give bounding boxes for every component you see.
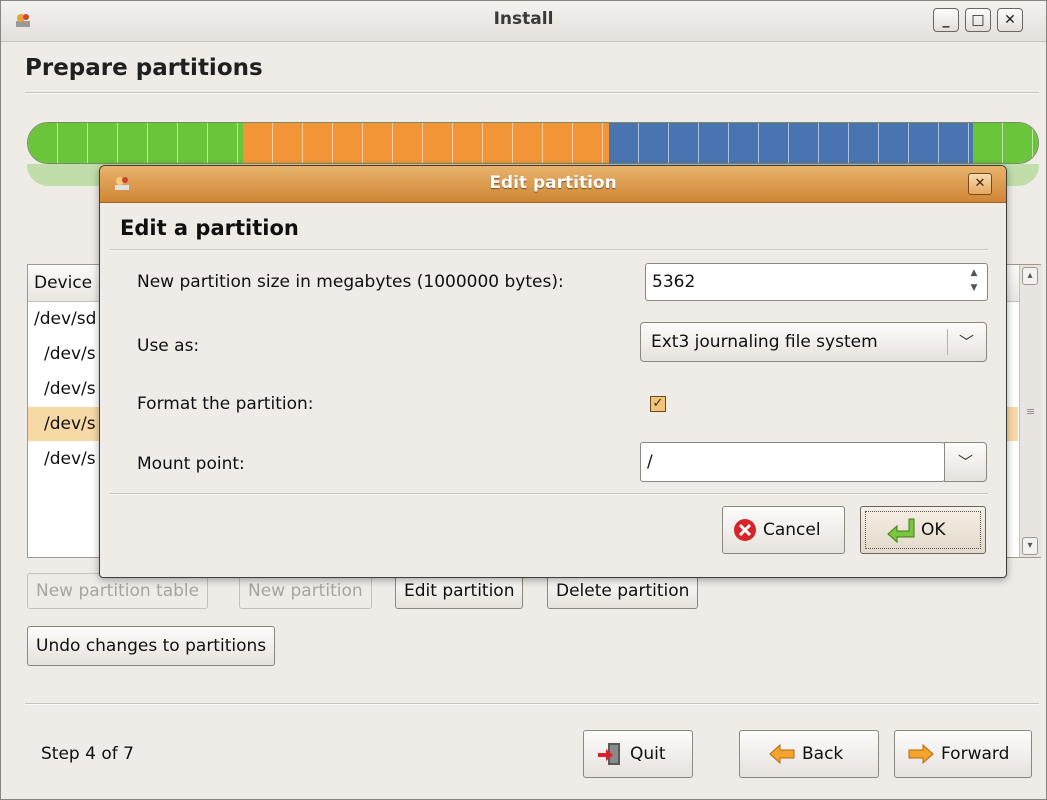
forward-label: Forward xyxy=(941,744,1010,764)
ok-label: OK xyxy=(921,520,946,540)
close-window-button[interactable]: ✕ xyxy=(997,8,1023,32)
ok-button[interactable]: OK xyxy=(860,506,986,554)
spin-up-icon[interactable]: ▲ xyxy=(964,266,984,281)
dialog-titlebar[interactable]: Edit partition ✕ xyxy=(100,166,1006,203)
use-as-label: Use as: xyxy=(137,336,200,356)
partition-segment xyxy=(973,123,1038,163)
delete-partition-label: Delete partition xyxy=(556,581,690,601)
edit-partition-button[interactable]: Edit partition xyxy=(395,573,524,609)
edit-partition-label: Edit partition xyxy=(404,581,515,601)
chevron-down-icon: ﹀ xyxy=(959,333,975,351)
dialog-button-divider xyxy=(110,493,988,495)
forward-arrow-icon xyxy=(908,743,934,765)
partition-device: /dev/sd xyxy=(34,309,97,329)
size-value: 5362 xyxy=(652,272,696,292)
page-title: Prepare partitions xyxy=(25,55,263,81)
undo-changes-button[interactable]: Undo changes to partitions xyxy=(27,626,276,666)
minimize-button[interactable]: _ xyxy=(933,8,959,32)
new-partition-label: New partition xyxy=(248,581,363,601)
footer-divider xyxy=(25,703,1039,705)
new-partition-table-label: New partition table xyxy=(36,581,200,601)
spin-arrows[interactable]: ▲ ▼ xyxy=(964,266,984,298)
partition-device: /dev/s xyxy=(44,414,96,434)
mount-point-combo: / ﹀ xyxy=(640,442,987,482)
scroll-down-arrow[interactable]: ▾ xyxy=(1022,537,1038,555)
scroll-up-arrow[interactable]: ▴ xyxy=(1022,267,1038,285)
delete-partition-button[interactable]: Delete partition xyxy=(547,573,699,609)
column-header-device[interactable]: Device xyxy=(34,273,92,293)
mount-point-dropdown-button[interactable]: ﹀ xyxy=(944,442,987,482)
window-titlebar[interactable]: Install _ □ ✕ xyxy=(1,1,1046,42)
format-label: Format the partition: xyxy=(137,394,314,414)
partition-segment xyxy=(243,123,609,163)
use-as-dropdown[interactable]: Ext3 journaling file system ﹀ xyxy=(640,322,987,362)
undo-changes-label: Undo changes to partitions xyxy=(36,636,267,656)
new-partition-table-button[interactable]: New partition table xyxy=(27,573,209,609)
edit-partition-dialog: Edit partition ✕ Edit a partition New pa… xyxy=(99,165,1007,578)
chevron-down-icon: ﹀ xyxy=(957,453,973,471)
mount-point-value: / xyxy=(647,452,653,472)
spin-down-icon[interactable]: ▼ xyxy=(964,281,984,296)
ok-enter-icon xyxy=(887,518,915,543)
list-scrollbar[interactable]: ▴ ≡ ▾ xyxy=(1019,265,1042,557)
partition-segment xyxy=(608,123,974,163)
back-button[interactable]: Back xyxy=(739,730,879,778)
cancel-label: Cancel xyxy=(763,520,821,540)
dialog-heading: Edit a partition xyxy=(120,216,299,240)
quit-button[interactable]: Quit xyxy=(583,730,693,778)
quit-label: Quit xyxy=(630,744,666,764)
dialog-header-divider xyxy=(110,249,988,251)
size-spinbutton[interactable]: 5362 ▲ ▼ xyxy=(645,263,988,301)
quit-door-icon xyxy=(598,743,620,765)
format-checkbox[interactable]: ✓ xyxy=(650,396,666,412)
partition-segment xyxy=(28,123,244,163)
use-as-value: Ext3 journaling file system xyxy=(651,332,878,352)
cancel-icon xyxy=(734,519,756,541)
maximize-button[interactable]: □ xyxy=(965,8,991,32)
back-label: Back xyxy=(802,744,844,764)
dialog-title: Edit partition xyxy=(489,173,617,193)
back-arrow-icon xyxy=(769,743,795,765)
header-divider xyxy=(25,92,1039,94)
dropdown-separator xyxy=(947,329,948,355)
step-indicator: Step 4 of 7 xyxy=(41,744,134,764)
partition-bar xyxy=(27,122,1039,164)
forward-button[interactable]: Forward xyxy=(894,730,1032,778)
partition-device: /dev/s xyxy=(44,344,96,364)
dialog-close-button[interactable]: ✕ xyxy=(968,173,992,195)
cancel-button[interactable]: Cancel xyxy=(722,506,845,554)
partition-device: /dev/s xyxy=(44,449,96,469)
scroll-grip-icon: ≡ xyxy=(1026,405,1036,418)
window-title: Install xyxy=(493,9,554,29)
partition-device: /dev/s xyxy=(44,379,96,399)
size-label: New partition size in megabytes (1000000… xyxy=(137,272,564,292)
mount-point-entry[interactable]: / xyxy=(640,442,945,482)
mount-point-label: Mount point: xyxy=(137,454,245,474)
new-partition-button[interactable]: New partition xyxy=(239,573,372,609)
